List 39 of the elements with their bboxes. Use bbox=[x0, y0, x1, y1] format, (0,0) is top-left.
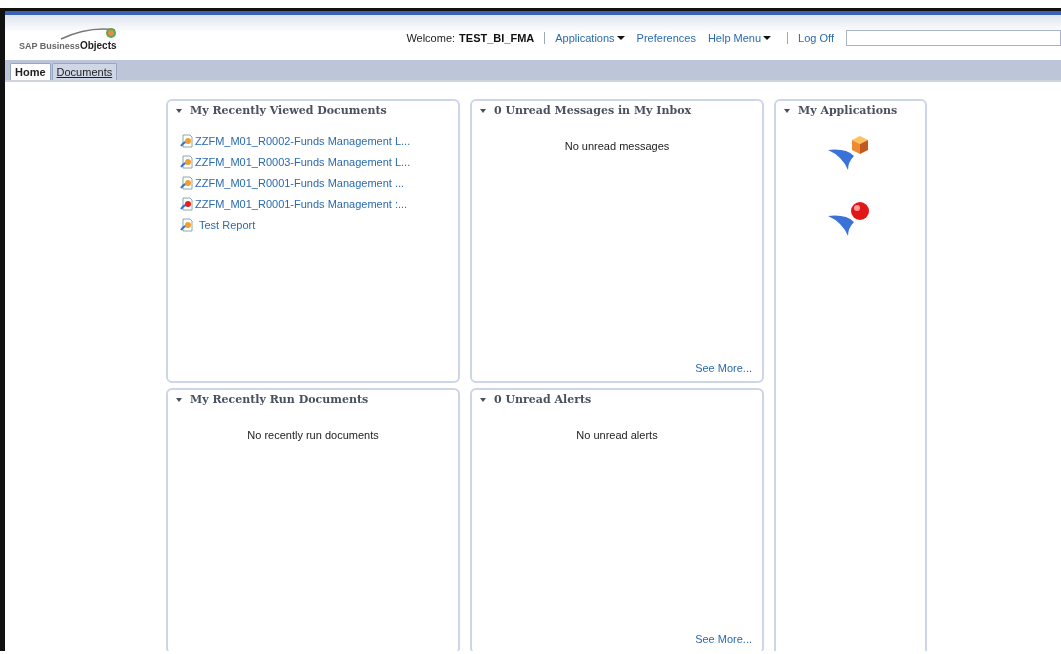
panel-title: My Applications bbox=[798, 104, 898, 117]
search-field[interactable] bbox=[846, 29, 1061, 46]
caret-icon bbox=[763, 35, 772, 40]
collapse-toggle-icon[interactable] bbox=[480, 108, 486, 113]
collapse-toggle-icon[interactable] bbox=[784, 108, 790, 113]
document-icon bbox=[180, 218, 194, 232]
collapse-toggle-icon[interactable] bbox=[176, 397, 182, 402]
nav-link[interactable]: Preferences bbox=[636, 31, 696, 44]
tab[interactable]: Documents bbox=[51, 63, 118, 80]
empty-message: No recently run documents bbox=[246, 429, 380, 441]
sap-businessobjects-logo: SAP BusinessObjects bbox=[19, 30, 117, 51]
collapse-toggle-icon[interactable] bbox=[176, 108, 182, 113]
document-link[interactable]: ZZFM_M01_R0003-Funds Management L... bbox=[195, 156, 411, 168]
empty-message: No unread alerts bbox=[575, 429, 659, 441]
caret-icon bbox=[616, 35, 625, 40]
document-link[interactable]: ZZFM_M01_R0002-Funds Management L... bbox=[195, 135, 411, 147]
document-icon bbox=[180, 134, 194, 148]
user-name: TEST_BI_FMA bbox=[459, 31, 535, 44]
document-link[interactable]: ZZFM_M01_R0001-Funds Management :... bbox=[195, 198, 408, 210]
document-icon bbox=[180, 176, 194, 190]
panel-title: 0 Unread Alerts bbox=[494, 393, 592, 406]
welcome-label: Welcome: bbox=[406, 31, 456, 44]
sphere-application-icon[interactable] bbox=[826, 200, 870, 238]
panel-title: My Recently Viewed Documents bbox=[190, 104, 387, 117]
document-icon bbox=[180, 155, 194, 169]
cube-application-icon[interactable] bbox=[826, 134, 870, 172]
panel-title: 0 Unread Messages in My Inbox bbox=[494, 104, 692, 117]
see-more-link[interactable]: See More... bbox=[695, 362, 752, 374]
nav-link[interactable]: Applications bbox=[555, 31, 625, 44]
tab[interactable]: Home bbox=[10, 63, 51, 80]
nav-link[interactable]: Log Off bbox=[798, 31, 834, 44]
collapse-toggle-icon[interactable] bbox=[480, 397, 486, 402]
empty-message: No unread messages bbox=[563, 140, 671, 152]
document-icon bbox=[180, 197, 194, 211]
document-link[interactable]: ZZFM_M01_R0001-Funds Management ... bbox=[195, 177, 405, 189]
see-more-link[interactable]: See More... bbox=[695, 633, 752, 645]
document-link[interactable]: Test Report bbox=[199, 219, 256, 231]
nav-link[interactable]: Help Menu bbox=[707, 31, 772, 44]
panel-title: My Recently Run Documents bbox=[190, 393, 369, 406]
